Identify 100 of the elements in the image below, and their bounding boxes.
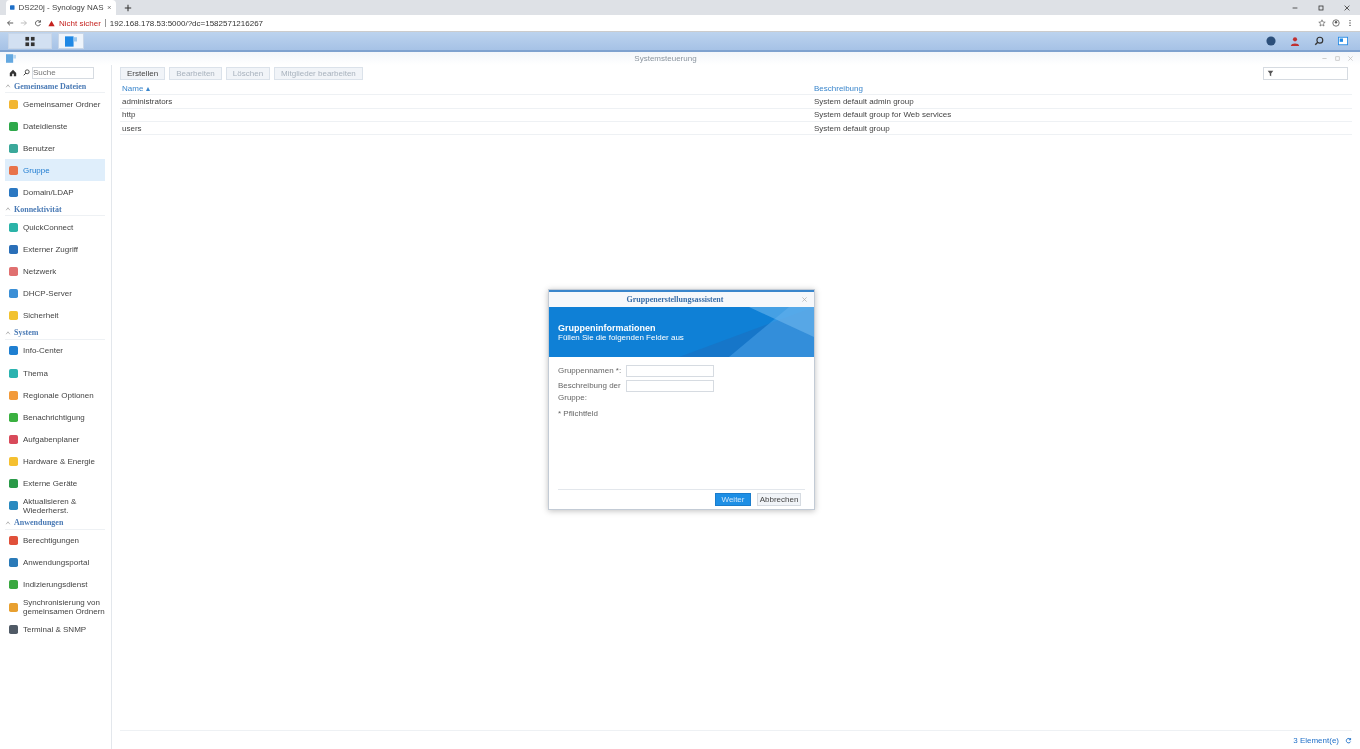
dialog-subheading: Füllen Sie die folgenden Felder aus <box>558 333 685 342</box>
sidebar-item[interactable]: Aktualisieren & Wiederherst. <box>5 494 105 517</box>
search-field[interactable]: Suche <box>32 66 94 79</box>
sidebar-item[interactable]: Aufgabenplaner <box>5 428 105 451</box>
sidebar-item[interactable]: Synchronisierung von gemeinsamen Ordnern <box>5 595 105 619</box>
close-icon[interactable] <box>1343 3 1351 12</box>
tile-icon <box>9 121 18 131</box>
sidebar-item[interactable]: Dateidienste <box>5 115 105 138</box>
table-cell-text: administrators <box>121 96 174 106</box>
section-header[interactable]: Konnektivität <box>14 204 62 214</box>
tile-icon <box>9 346 18 356</box>
column-header[interactable]: Beschreibung <box>814 83 863 93</box>
sidebar-item[interactable]: Gemeinsamer Ordner <box>5 93 105 116</box>
control-panel-button[interactable] <box>58 33 84 49</box>
user-icon[interactable] <box>1290 36 1300 46</box>
sidebar-item[interactable]: DHCP-Server <box>5 282 105 305</box>
field-label: Gruppennamen *: <box>558 365 623 377</box>
main-menu-button[interactable] <box>8 33 52 49</box>
sidebar-item[interactable]: Externe Geräte <box>5 472 105 495</box>
star-icon[interactable] <box>1318 19 1326 27</box>
required-note: * Pflichtfeld <box>558 408 600 418</box>
sidebar-item[interactable]: Sicherheit <box>5 304 105 327</box>
home-icon[interactable] <box>9 68 17 77</box>
tile-icon <box>9 368 18 378</box>
tile-icon <box>9 267 18 277</box>
tile-icon <box>9 223 18 232</box>
dialog-title: Gruppenerstellungsassistent <box>625 295 725 304</box>
address-bar[interactable]: Nicht sicher 192.168.178.53:5000/?dc=1582571216267 <box>48 17 1326 29</box>
sidebar-item[interactable]: Anwendungsportal <box>5 551 105 574</box>
field-label: Beschreibung der Gruppe: <box>558 379 622 404</box>
tile-icon <box>9 311 18 321</box>
warning-icon <box>48 19 55 27</box>
search-icon <box>23 69 30 76</box>
item-count: 3 Element(e) <box>1293 735 1339 745</box>
tile-icon <box>9 412 18 422</box>
new-tab-icon[interactable] <box>124 3 132 12</box>
sidebar-item[interactable]: QuickConnect <box>5 216 105 239</box>
chevron-icon[interactable] <box>5 83 11 89</box>
close-icon[interactable] <box>107 4 112 11</box>
section-header[interactable]: System <box>14 328 39 338</box>
sidebar-item[interactable]: Netzwerk <box>5 260 105 283</box>
menu-icon[interactable] <box>1346 19 1354 27</box>
search-icon[interactable] <box>1314 36 1324 46</box>
section-header[interactable]: Anwendungen <box>14 518 64 528</box>
security-warning: Nicht sicher <box>59 18 101 28</box>
back-icon[interactable] <box>6 19 14 27</box>
refresh-icon[interactable] <box>1345 736 1352 744</box>
sidebar-item[interactable]: Benachrichtigung <box>5 406 105 429</box>
tile-icon <box>9 187 18 197</box>
favicon-icon <box>10 4 15 11</box>
table-cell: System default group <box>814 123 890 133</box>
tile-icon <box>9 536 18 546</box>
toolbar-button[interactable]: Erstellen <box>120 67 166 80</box>
sidebar-item[interactable]: Terminal & SNMP <box>5 618 105 641</box>
sidebar-item[interactable]: Domain/LDAP <box>5 181 105 204</box>
sidebar-item[interactable]: Indizierungsdienst <box>5 573 105 596</box>
sidebar-item[interactable]: Berechtigungen <box>5 529 105 552</box>
maximize-icon[interactable] <box>1317 3 1325 12</box>
tile-icon <box>9 165 18 175</box>
sidebar-item[interactable]: Benutzer <box>5 137 105 160</box>
table-cell-text: users <box>121 123 143 133</box>
table-cell: System default admin group <box>814 96 914 106</box>
sidebar-item[interactable]: Gruppe <box>5 159 105 182</box>
filter-icon <box>1267 70 1274 77</box>
tile-icon <box>9 558 18 568</box>
chevron-icon[interactable] <box>5 519 11 526</box>
url-text: 192.168.178.53:5000/?dc=1582571216267 <box>109 18 264 28</box>
tile-icon <box>9 602 18 612</box>
browser-tab[interactable]: DS220j - Synology NAS <box>6 0 116 15</box>
input-field[interactable] <box>626 365 714 377</box>
chat-icon[interactable] <box>1266 36 1276 46</box>
tile-icon <box>9 390 18 400</box>
sidebar-item[interactable]: Regionale Optionen <box>5 384 105 407</box>
sidebar-item[interactable]: Hardware & Energie <box>5 450 105 473</box>
profile-icon[interactable] <box>1332 19 1340 27</box>
cancel-button[interactable]: Abbrechen <box>757 493 801 506</box>
chevron-icon[interactable] <box>5 206 11 213</box>
window-title: Systemsteuerung <box>633 54 698 63</box>
sidebar-item[interactable]: Thema <box>5 362 105 385</box>
sidebar-item[interactable]: Externer Zugriff <box>5 238 105 261</box>
control-panel-icon <box>65 35 77 47</box>
tile-icon <box>9 580 18 590</box>
tile-icon <box>9 143 18 153</box>
grid-icon <box>24 35 36 47</box>
chevron-icon[interactable] <box>5 329 11 336</box>
tile-icon <box>9 456 18 466</box>
section-header[interactable]: Gemeinsame Dateien <box>14 81 87 91</box>
tile-icon <box>9 289 18 299</box>
column-header[interactable]: Name ▴ <box>120 83 814 93</box>
tile-icon <box>9 99 18 109</box>
widget-icon[interactable] <box>1338 36 1348 46</box>
tile-icon <box>9 479 18 489</box>
filter-field[interactable] <box>1263 67 1348 80</box>
reload-icon[interactable] <box>34 19 42 27</box>
table-cell: System default group for Web services <box>814 110 952 120</box>
control-panel-icon <box>6 54 16 63</box>
tile-icon <box>9 245 18 255</box>
sidebar-item[interactable]: Info-Center <box>5 339 105 363</box>
input-field[interactable] <box>626 379 714 392</box>
tile-icon <box>9 501 18 511</box>
